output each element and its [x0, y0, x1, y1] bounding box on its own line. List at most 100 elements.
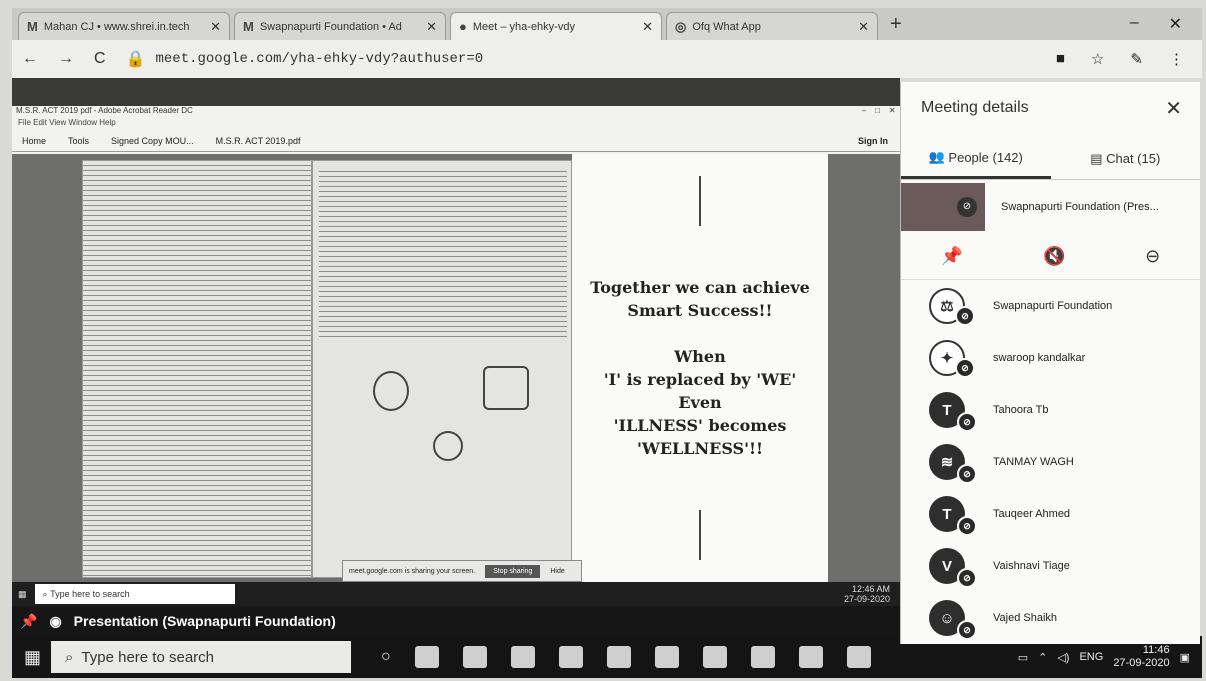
pin-icon[interactable]: 📌	[20, 613, 37, 630]
browser-tab[interactable]: ◎ Ofq What App ✕	[666, 12, 878, 40]
acrobat-tab-doc[interactable]: M.S.R. ACT 2019.pdf	[216, 136, 301, 146]
language-indicator[interactable]: ENG	[1079, 651, 1103, 663]
presentation-label: Presentation (Swapnapurti Foundation)	[73, 613, 336, 629]
seal-icon	[373, 371, 409, 411]
shared-search-text: Type here to search	[50, 589, 130, 599]
shared-search-box[interactable]: ⌕ Type here to search	[34, 584, 235, 604]
avatar: T ⊘	[929, 392, 977, 432]
task-view-icon[interactable]	[414, 646, 439, 668]
close-window-icon[interactable]: ✕	[1169, 14, 1182, 34]
panel-title: Meeting details	[921, 99, 1029, 116]
hide-button[interactable]: Hide	[550, 568, 564, 575]
acrobat-title-bar: M.S.R. ACT 2019 pdf - Adobe Acrobat Read…	[12, 106, 900, 118]
close-tab-icon[interactable]: ✕	[642, 19, 653, 35]
slide-line: 'WELLNESS'!!	[636, 439, 764, 458]
forward-icon[interactable]: →	[58, 50, 74, 68]
browser-tab-active[interactable]: ● Meet – yha-ehky-vdy ✕	[450, 12, 662, 40]
pdf-page-left	[82, 160, 312, 578]
acrobat-menu[interactable]: File Edit View Window Help	[12, 118, 900, 130]
toolbar-icons: ■ ☆ ✎ ⋮	[1056, 50, 1184, 68]
windows-start-icon[interactable]: ▦	[18, 589, 27, 600]
remove-icon[interactable]: ⊖	[1145, 246, 1160, 267]
close-tab-icon[interactable]: ✕	[858, 19, 869, 35]
mic-off-icon: ⊘	[957, 197, 977, 217]
file-explorer-icon[interactable]	[462, 646, 487, 668]
acrobat-icon[interactable]	[654, 646, 679, 668]
people-tab-label: People (142)	[948, 149, 1023, 165]
avatar-initial: ⚖	[940, 298, 954, 315]
emblem-icon	[483, 366, 529, 410]
notification-icon[interactable]: ▣	[1180, 651, 1190, 664]
acrobat-tab-home[interactable]: Home	[22, 136, 46, 146]
participant-name: TANMAY WAGH	[993, 456, 1074, 468]
stop-sharing-button[interactable]: Stop sharing	[485, 564, 541, 578]
tab-chat[interactable]: ▤ Chat (15)	[1051, 147, 1201, 167]
close-icon[interactable]: ✕	[1165, 96, 1182, 121]
chrome-icon[interactable]	[750, 646, 775, 668]
tab-people[interactable]: 👥 People (142)	[901, 134, 1051, 179]
participant-row[interactable]: ⚖ ⊘ Swapnapurti Foundation	[901, 280, 1200, 332]
taskbar-search-box[interactable]: ⌕ Type here to search	[51, 641, 352, 673]
acrobat-tab-doc[interactable]: Signed Copy MOU...	[111, 136, 194, 146]
back-icon[interactable]: ←	[22, 50, 38, 68]
volume-icon[interactable]: ◁)	[1057, 651, 1069, 664]
mic-off-icon: ⊘	[957, 568, 977, 588]
avatar: ⚖ ⊘	[929, 288, 975, 326]
window-controls: – ✕	[1130, 14, 1182, 34]
battery-icon[interactable]: ▭	[1018, 651, 1028, 664]
participant-name: Tauqeer Ahmed	[993, 508, 1071, 520]
edge-icon[interactable]	[510, 646, 535, 668]
slide-line: Smart Success!!	[627, 301, 773, 320]
participant-row[interactable]: ≋ ⊘ TANMAY WAGH	[901, 436, 1200, 488]
participant-row[interactable]: ✦ ⊘ swaroop kandalkar	[901, 332, 1200, 384]
participant-row[interactable]: ☺ ⊘ Vajed Shaikh	[901, 592, 1200, 644]
browser-tab[interactable]: M Mahan CJ • www.shrei.in.tech ✕	[18, 12, 230, 40]
close-tab-icon[interactable]: ✕	[210, 19, 221, 35]
mute-icon[interactable]: 🔇	[1043, 246, 1065, 267]
gmail-icon: M	[27, 19, 38, 34]
acrobat-tab-tools[interactable]: Tools	[68, 136, 89, 146]
reload-icon[interactable]: C	[94, 50, 106, 68]
document-area: Together we can achieve Smart Success!! …	[12, 154, 900, 582]
slide-line: Together we can achieve	[590, 278, 810, 297]
presenter-name: Swapnapurti Foundation (Pres...	[1001, 201, 1159, 213]
participant-row[interactable]: T ⊘ Tahoora Tb	[901, 384, 1200, 436]
participant-row[interactable]: T ⊘ Tauqeer Ahmed	[901, 488, 1200, 540]
clock[interactable]: 11:46 27-09-2020	[1113, 644, 1169, 670]
chat-tab-label: Chat (15)	[1106, 150, 1161, 166]
tab-title: Meet – yha-ehky-vdy	[472, 20, 575, 33]
url-field[interactable]: meet.google.com/yha-ehky-vdy?authuser=0	[155, 51, 483, 67]
browser-tab[interactable]: M Swapnapurti Foundation • Ad ✕	[234, 12, 446, 40]
participant-name: Vajed Shaikh	[993, 612, 1058, 624]
settings-icon[interactable]	[846, 646, 871, 668]
mic-off-icon: ⊘	[957, 412, 977, 432]
participant-row[interactable]: V ⊘ Vaishnavi Tiage	[901, 540, 1200, 592]
minimize-icon[interactable]: –	[1130, 14, 1139, 34]
windows-start-icon[interactable]: ▦	[24, 647, 41, 668]
shared-clock: 12:46 AM 27-09-2020	[844, 584, 890, 604]
presenter-avatar-icon: ◉	[49, 612, 62, 629]
avatar-initial: ✦	[940, 350, 954, 367]
network-icon[interactable]: ⌃	[1038, 651, 1047, 664]
tab-title: Swapnapurti Foundation • Ad	[259, 20, 402, 33]
avatar-initial: V	[941, 557, 952, 575]
menu-icon[interactable]: ⋮	[1169, 50, 1184, 68]
tab-title: Ofq What App	[692, 20, 761, 33]
extension-icon[interactable]: ✎	[1130, 50, 1143, 68]
store-icon[interactable]	[558, 646, 583, 668]
new-tab-button[interactable]: +	[890, 13, 902, 36]
taskbar-search-text: Type here to search	[81, 648, 214, 666]
pin-icon[interactable]: 📌	[941, 246, 963, 267]
app-icon[interactable]	[606, 646, 631, 668]
chat-icon: ▤	[1090, 150, 1107, 166]
presenter-row[interactable]: ⊘ Swapnapurti Foundation (Pres...	[901, 180, 1200, 234]
sign-in-link[interactable]: Sign In	[858, 136, 888, 146]
photos-icon[interactable]	[798, 646, 823, 668]
sharing-notice-text: meet.google.com is sharing your screen.	[349, 567, 476, 575]
cortana-icon[interactable]: ○	[381, 648, 391, 666]
camera-icon[interactable]: ■	[1056, 50, 1065, 68]
bookmark-star-icon[interactable]: ☆	[1091, 50, 1104, 68]
gmail-icon: M	[243, 19, 254, 34]
app-icon[interactable]	[702, 646, 727, 668]
close-tab-icon[interactable]: ✕	[426, 19, 437, 35]
